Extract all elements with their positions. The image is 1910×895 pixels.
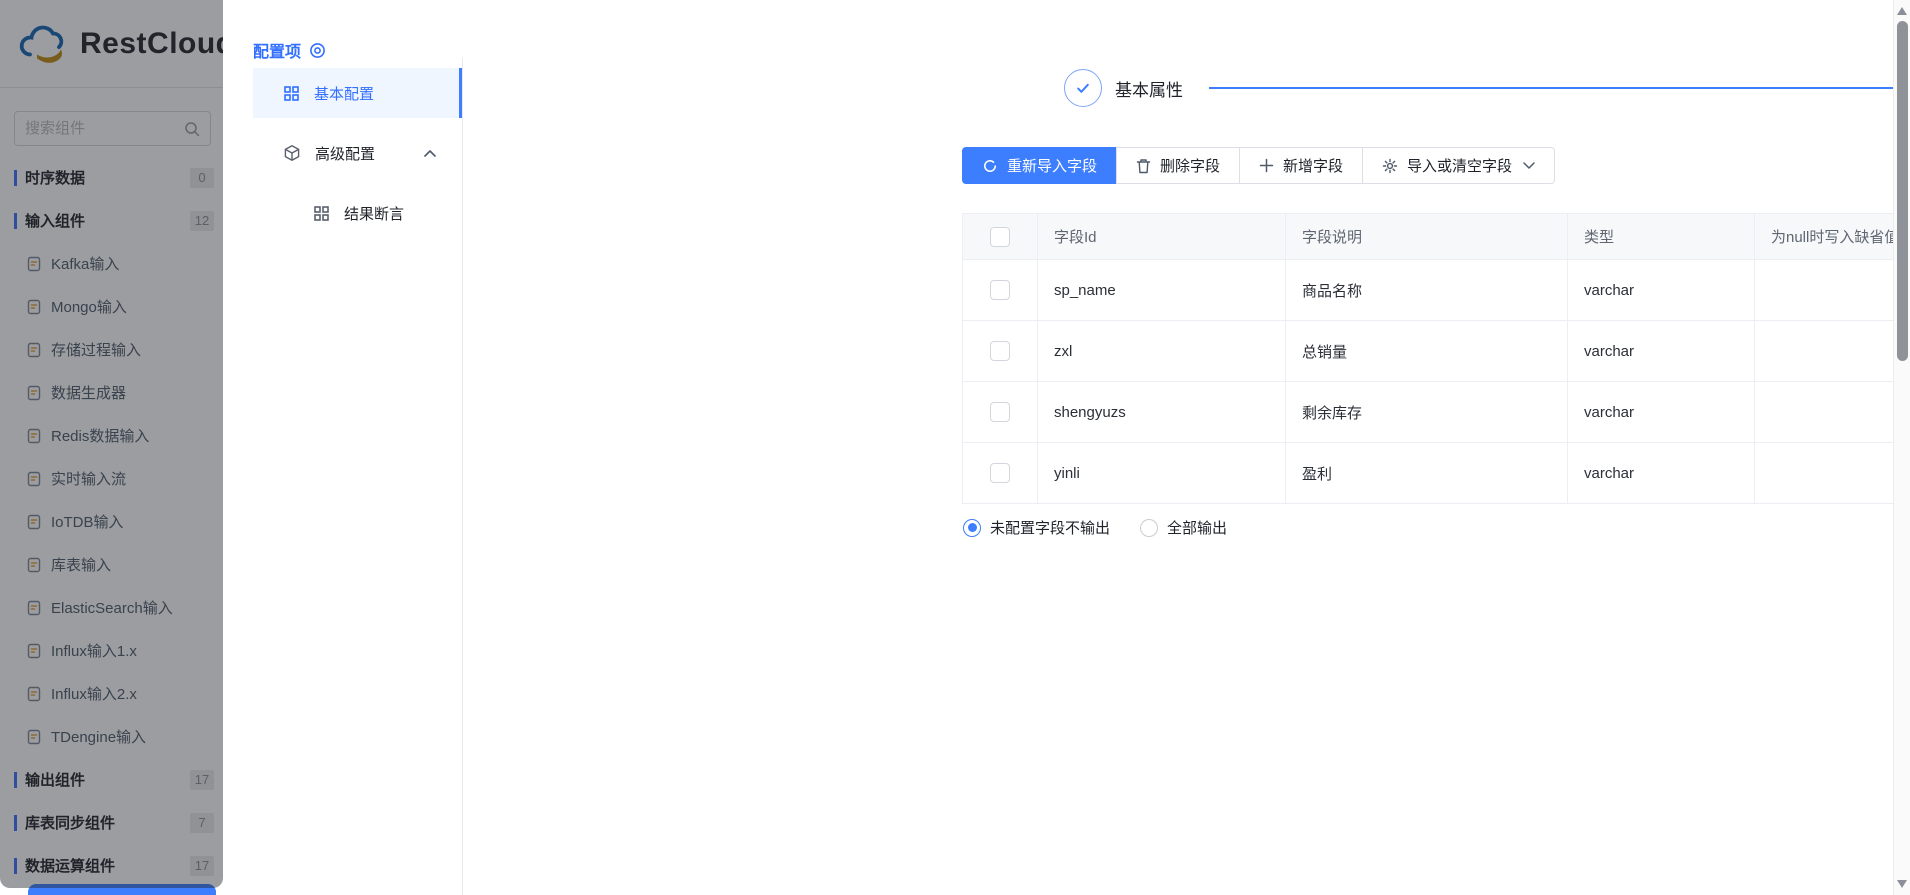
plus-icon: [1259, 158, 1274, 173]
cell-null-default: [1755, 260, 1910, 321]
output-option[interactable]: 未配置字段不输出: [963, 517, 1110, 538]
config-item-basic[interactable]: 基本配置: [253, 68, 462, 118]
output-option-label: 未配置字段不输出: [990, 517, 1110, 538]
scroll-up-arrow-icon[interactable]: [1897, 7, 1907, 15]
config-item-label: 高级配置: [315, 143, 375, 164]
button-label: 删除字段: [1160, 155, 1220, 176]
add-field-button[interactable]: 新增字段: [1239, 147, 1363, 184]
cell-field-id: zxl: [1038, 321, 1286, 382]
radio-icon: [963, 519, 981, 537]
check-icon: [1074, 79, 1092, 97]
col-header-type: 类型: [1568, 214, 1755, 260]
vertical-scrollbar[interactable]: [1893, 0, 1910, 895]
table-row: yinli 盈利 varchar +绑定规则 ↑↓: [963, 443, 1910, 504]
cell-field-id: shengyuzs: [1038, 382, 1286, 443]
button-label: 重新导入字段: [1007, 155, 1097, 176]
config-panel: 配置项 基本配置 高级配置 结果断言: [223, 0, 462, 895]
config-item-advanced[interactable]: 高级配置: [253, 128, 462, 178]
col-header-null-default: 为null时写入缺省值: [1755, 214, 1910, 260]
cell-description: 盈利: [1286, 443, 1568, 504]
import-or-clear-fields-button[interactable]: 导入或清空字段: [1362, 147, 1555, 184]
trash-icon: [1136, 158, 1151, 174]
refresh-icon: [982, 158, 998, 174]
table-row: shengyuzs 剩余库存 varchar +绑定规则 ↑↓: [963, 382, 1910, 443]
col-header-field-id: 字段Id: [1038, 214, 1286, 260]
config-panel-title: 配置项: [253, 38, 301, 62]
scroll-down-arrow-icon[interactable]: [1897, 880, 1907, 888]
cell-description: 总销量: [1286, 321, 1568, 382]
cube-icon: [283, 144, 301, 162]
app-window: RestCloud 时序数据 0 输入组件 12 Kafka输入 Mongo输入: [0, 0, 1910, 895]
table-row: sp_name 商品名称 varchar +绑定规则 ↑↓: [963, 260, 1910, 321]
field-toolbar: 重新导入字段 删除字段 新增字段 导入或清空字段: [962, 147, 1555, 184]
cell-field-id: yinli: [1038, 443, 1286, 504]
cell-null-default: [1755, 382, 1910, 443]
button-label: 导入或清空字段: [1407, 155, 1512, 176]
reimport-fields-button[interactable]: 重新导入字段: [962, 147, 1117, 184]
step1-label: 基本属性: [1115, 76, 1183, 101]
cell-null-default: [1755, 321, 1910, 382]
table-row: zxl 总销量 varchar +绑定规则 ↑↓: [963, 321, 1910, 382]
config-title-row: 配置项: [253, 38, 326, 62]
chevron-down-icon: [1523, 162, 1535, 170]
col-header-description: 字段说明: [1286, 214, 1568, 260]
config-item-label: 结果断言: [344, 203, 404, 224]
step1-circle: [1064, 69, 1102, 107]
output-option[interactable]: 全部输出: [1140, 517, 1227, 538]
stepper: 基本属性 2 输出字段: [1064, 69, 1910, 107]
config-item-label: 基本配置: [314, 83, 374, 104]
cell-null-default: [1755, 443, 1910, 504]
row-checkbox[interactable]: [990, 341, 1010, 361]
grid-icon: [283, 85, 300, 102]
cell-type: varchar: [1568, 321, 1755, 382]
row-checkbox[interactable]: [990, 463, 1010, 483]
table-header-row: 字段Id 字段说明 类型 为null时写入缺省值 绑定数据转换规则 顺序: [963, 214, 1910, 260]
delete-fields-button[interactable]: 删除字段: [1116, 147, 1240, 184]
select-all-checkbox[interactable]: [990, 227, 1010, 247]
cell-field-id: sp_name: [1038, 260, 1286, 321]
cell-type: varchar: [1568, 382, 1755, 443]
grid-icon: [313, 205, 330, 222]
target-icon: [309, 42, 326, 59]
row-checkbox[interactable]: [990, 402, 1010, 422]
table-body: sp_name 商品名称 varchar +绑定规则 ↑↓ zxl 总销量 va…: [963, 260, 1910, 504]
drawer-mask[interactable]: [0, 0, 223, 888]
step-connector: [1209, 87, 1910, 89]
cell-type: varchar: [1568, 443, 1755, 504]
scrollbar-thumb[interactable]: [1897, 21, 1908, 361]
cell-description: 商品名称: [1286, 260, 1568, 321]
drawer-main: 基本属性 2 输出字段 历史数据流信息 重新导入字段: [463, 0, 1893, 895]
cell-type: varchar: [1568, 260, 1755, 321]
button-label: 新增字段: [1283, 155, 1343, 176]
output-options: 未配置字段不输出 全部输出: [963, 517, 1227, 538]
output-option-label: 全部输出: [1167, 517, 1227, 538]
fields-table: 字段Id 字段说明 类型 为null时写入缺省值 绑定数据转换规则 顺序 sp_…: [962, 213, 1910, 504]
chevron-up-icon[interactable]: [424, 149, 436, 157]
cell-description: 剩余库存: [1286, 382, 1568, 443]
radio-icon: [1140, 519, 1158, 537]
config-item-result-assert[interactable]: 结果断言: [253, 188, 462, 238]
gear-icon: [1382, 158, 1398, 174]
component-sidebar: RestCloud 时序数据 0 输入组件 12 Kafka输入 Mongo输入: [0, 0, 223, 895]
row-checkbox[interactable]: [990, 280, 1010, 300]
